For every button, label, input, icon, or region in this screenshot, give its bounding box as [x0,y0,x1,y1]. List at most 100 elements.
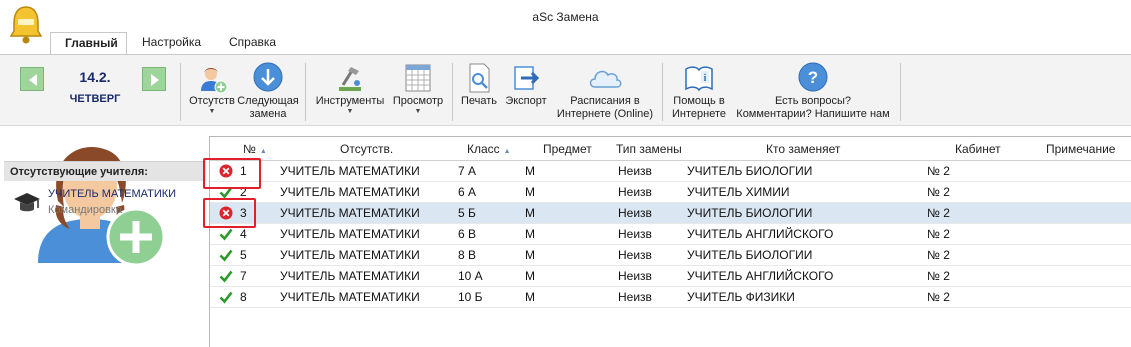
highlight-frame [203,198,256,228]
title-bar: aSc Замена [0,0,1131,32]
separator [900,63,901,121]
cell-room: № 2 [927,227,950,241]
cell-replacer: УЧИТЕЛЬ ХИМИИ [687,185,790,199]
cell-class: 10 А [458,269,483,283]
export-button[interactable]: Экспорт [501,61,551,108]
tools-button[interactable]: Инструменты ▼ [313,61,387,116]
table-row[interactable]: 2 УЧИТЕЛЬ МАТЕМАТИКИ 6 А М Неизв УЧИТЕЛЬ ХИМИ… [210,182,1131,203]
cell-subject: М [525,290,535,304]
table-row[interactable]: 5 УЧИТЕЛЬ МАТЕМАТИКИ 8 В М Неизв УЧИТЕЛЬ БИОЛ… [210,245,1131,266]
absent-teachers-header: Отсутствующие учителя: [4,161,206,181]
absent-teacher-item[interactable]: УЧИТЕЛЬ МАТЕМАТИКИ Командировка [8,186,206,220]
absent-reason: Командировка [48,204,123,216]
cell-num: 8 [240,290,247,304]
column-header-absent[interactable]: Отсутств. [340,142,393,156]
print-preview-icon [469,63,490,93]
cell-type: Неизв [618,185,652,199]
online-help-label-1: Помощь в [673,95,725,107]
svg-text:i: i [704,73,707,84]
cell-type: Неизв [618,164,652,178]
cell-replacer: УЧИТЕЛЬ АНГЛИЙСКОГО [687,269,834,283]
checkmark-icon [219,291,233,304]
questions-label-1: Есть вопросы? [774,95,852,107]
column-header-replacer[interactable]: Кто заменяет [766,142,840,156]
ribbon-toolbar: 14.2. ЧЕТВЕРГ Отсутств ▼ Следующая замен… [0,54,1131,126]
table-row[interactable]: 1 УЧИТЕЛЬ МАТЕМАТИКИ 7 А М Неизв УЧИТЕЛЬ БИОЛ… [210,161,1131,182]
print-button[interactable]: Печать [457,61,501,108]
cell-class: 10 Б [458,290,483,304]
table-row[interactable]: 3 УЧИТЕЛЬ МАТЕМАТИКИ 5 Б М Неизв УЧИТЕЛЬ БИОЛ… [210,203,1131,224]
prev-day-button[interactable] [20,67,44,91]
chevron-down-icon: ▼ [208,108,216,115]
cell-absent: УЧИТЕЛЬ МАТЕМАТИКИ [280,248,420,262]
column-header-room[interactable]: Кабинет [955,142,1001,156]
cell-absent: УЧИТЕЛЬ МАТЕМАТИКИ [280,269,420,283]
cell-replacer: УЧИТЕЛЬ БИОЛОГИИ [687,248,813,262]
tools-icon [339,67,361,91]
chevron-down-icon: ▼ [414,108,422,115]
export-icon [514,66,540,90]
table-row[interactable]: 4 УЧИТЕЛЬ МАТЕМАТИКИ 6 В М Неизв УЧИТЕЛЬ АНГЛ… [210,224,1131,245]
column-header-class[interactable]: Класс ▲ [467,142,511,156]
cell-subject: М [525,227,535,241]
user-add-icon [201,68,228,94]
question-icon: ? [798,62,828,92]
checkmark-icon [219,228,233,241]
absent-button-label: Отсутств [189,95,235,107]
column-header-num[interactable]: № ▲ [243,142,267,156]
cloud-icon [589,70,622,88]
tab-main[interactable]: Главный [50,32,127,54]
svg-text:?: ? [808,68,818,87]
online-schedules-label-2: Интернете (Online) [556,108,654,120]
bell-app-icon[interactable] [8,3,44,45]
cell-type: Неизв [618,269,652,283]
cell-type: Неизв [618,227,652,241]
cell-class: 5 Б [458,206,476,220]
cell-type: Неизв [618,290,652,304]
online-schedules-button[interactable]: Расписания в Интернете (Online) [553,61,657,121]
cell-subject: М [525,164,535,178]
sort-asc-icon: ▲ [259,148,267,155]
questions-button[interactable]: ? Есть вопросы? Комментарии? Напишите на… [728,61,898,121]
cell-subject: М [525,248,535,262]
cell-room: № 2 [927,290,950,304]
arrow-left-icon [29,74,37,86]
tab-settings[interactable]: Настройка [128,32,215,54]
arrow-down-circle-icon [253,62,283,92]
absent-button[interactable]: Отсутств ▼ [187,61,237,116]
cell-room: № 2 [927,269,950,283]
online-help-label-2: Интернете [672,108,726,120]
separator [180,63,181,121]
column-header-type[interactable]: Тип замены [616,142,682,156]
separator [305,63,306,121]
separator [452,63,453,121]
cell-absent: УЧИТЕЛЬ МАТЕМАТИКИ [280,185,420,199]
cell-num: 7 [240,269,247,283]
table-row[interactable]: 8 УЧИТЕЛЬ МАТЕМАТИКИ 10 Б М Неизв УЧИТЕЛЬ ФИЗ… [210,287,1131,308]
next-substitution-label-2: замена [249,108,287,120]
window-title: aSc Замена [532,10,599,24]
tab-help[interactable]: Справка [215,32,290,54]
online-help-button[interactable]: i Помощь в Интернете [668,61,730,121]
cell-num: 5 [240,248,247,262]
table-header: № ▲ Отсутств. Класс ▲ Предмет Тип замены К… [210,137,1131,161]
highlight-frame [203,158,261,189]
cell-type: Неизв [618,206,652,220]
column-header-subject[interactable]: Предмет [543,142,592,156]
view-button[interactable]: Просмотр ▼ [388,61,448,116]
table-row[interactable]: 7 УЧИТЕЛЬ МАТЕМАТИКИ 10 А М Неизв УЧИТЕЛЬ АНГ… [210,266,1131,287]
cell-class: 6 В [458,227,477,241]
cell-absent: УЧИТЕЛЬ МАТЕМАТИКИ [280,206,420,220]
graduation-cap-icon [14,193,40,212]
cell-subject: М [525,269,535,283]
current-date: 14.2. [79,69,111,85]
column-header-note[interactable]: Примечание [1046,142,1115,156]
cell-replacer: УЧИТЕЛЬ БИОЛОГИИ [687,206,813,220]
cell-class: 6 А [458,185,477,199]
next-substitution-button[interactable]: Следующая замена [235,61,301,121]
cell-subject: М [525,206,535,220]
cell-room: № 2 [927,248,950,262]
substitutions-table: № ▲ Отсутств. Класс ▲ Предмет Тип замены К… [209,136,1131,347]
next-day-button[interactable] [142,67,166,91]
cell-subject: М [525,185,535,199]
